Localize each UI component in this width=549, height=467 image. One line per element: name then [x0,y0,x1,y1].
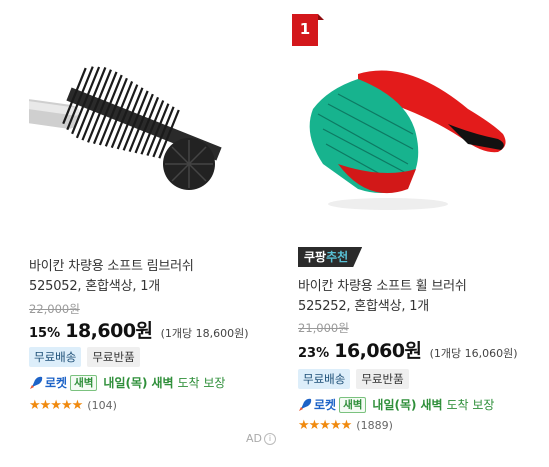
sale-price: 16,060원 [334,340,422,362]
product-card[interactable]: 1 쿠팡추천 바이칸 차량용 소프트 휠 브러쉬 525252, 혼합색상, 1… [292,0,548,467]
discount-rate: 23% [298,346,330,361]
eta-text: 새벽 도착 보장 [421,396,495,413]
rocket-icon [30,376,43,389]
star-rating-icon: ★★★★★ [29,398,83,413]
badge-part1: 쿠팡 [304,250,327,264]
badge-part2: 추천 [326,250,349,264]
sale-price: 18,600원 [65,320,153,342]
rocket-delivery-info: 로켓 새벽 내일(목) 새벽 도착 보장 [29,374,225,391]
eta-dawn: 새벽 [420,398,443,412]
review-count: (104) [87,399,117,412]
price-row: 23% 16,060원 (1개당 16,060원) [298,336,518,363]
rank-badge: 1 [292,14,324,46]
benefit-tags: 무료배송 무료반품 [29,347,140,367]
eta-guarantee: 도착 보장 [446,398,495,412]
review-count: (1889) [356,419,393,432]
eta-guarantee: 도착 보장 [177,376,226,390]
free-return-tag: 무료반품 [356,369,409,389]
free-shipping-tag: 무료배송 [298,369,351,389]
product-name-line2[interactable]: 525252, 혼합색상, 1개 [298,297,528,317]
price-row: 15% 18,600원 (1개당 18,600원) [29,316,249,343]
rating: ★★★★★ (1889) [298,418,393,433]
product-image-rim-brush[interactable] [29,14,244,239]
eta-day: 내일(목) [103,376,148,390]
coupang-recommend-badge: 쿠팡추천 [298,247,363,267]
product-name[interactable]: 바이칸 차량용 소프트 휠 브러쉬 525252, 혼합색상, 1개 [298,277,528,317]
unit-price: (1개당 16,060원) [429,347,518,360]
free-return-tag: 무료반품 [87,347,140,367]
rating: ★★★★★ (104) [29,398,117,413]
product-image-wheel-brush[interactable] [298,14,513,239]
product-name-line1[interactable]: 바이칸 차량용 소프트 휠 브러쉬 [298,277,528,297]
benefit-tags: 무료배송 무료반품 [298,369,409,389]
unit-price: (1개당 18,600원) [160,327,249,340]
product-name[interactable]: 바이칸 차량용 소프트 림브러쉬 525052, 혼합색상, 1개 [29,257,259,297]
rocket-icon [299,398,312,411]
rocket-label: 로켓 [45,376,68,390]
original-price: 21,000원 [298,321,349,335]
eta-text: 새벽 도착 보장 [152,374,226,391]
original-price: 22,000원 [29,302,80,316]
info-icon[interactable]: i [264,432,276,445]
dawn-delivery-badge: 새벽 [339,396,367,413]
discount-rate: 15% [29,326,61,341]
product-name-line2[interactable]: 525052, 혼합색상, 1개 [29,277,259,297]
eta-day: 내일(목) [372,398,417,412]
star-rating-icon: ★★★★★ [298,418,352,433]
eta-dawn: 새벽 [151,376,174,390]
product-card[interactable]: 바이칸 차량용 소프트 림브러쉬 525052, 혼합색상, 1개 22,000… [29,0,279,467]
rocket-delivery-info: 로켓 새벽 내일(목) 새벽 도착 보장 [298,396,494,413]
rocket-label: 로켓 [314,398,337,412]
product-name-line1[interactable]: 바이칸 차량용 소프트 림브러쉬 [29,257,259,277]
free-shipping-tag: 무료배송 [29,347,82,367]
dawn-delivery-badge: 새벽 [70,374,98,391]
ad-text: AD [246,432,262,445]
ad-label[interactable]: AD i [246,432,276,445]
